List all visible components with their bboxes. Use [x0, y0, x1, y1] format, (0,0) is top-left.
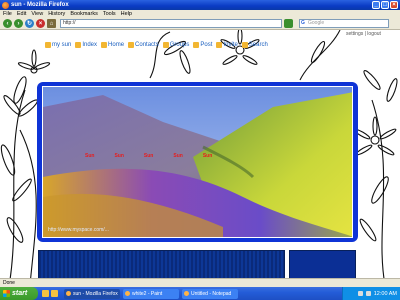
notepad-icon [184, 291, 189, 296]
banner-frame: Sun Sun Sun Sun Sun http://www.myspace.c… [37, 82, 358, 242]
forward-arrow-icon[interactable]: › [14, 19, 23, 28]
menu-bookmarks[interactable]: Bookmarks [70, 11, 98, 17]
paint-icon [125, 291, 130, 296]
firefox-icon [2, 1, 9, 9]
search-icon [241, 42, 248, 48]
nav-label: Contacts [135, 42, 159, 48]
search-input[interactable]: Google [299, 19, 389, 28]
menu-file[interactable]: File [3, 11, 12, 17]
sun-icon [45, 42, 51, 48]
windows-taskbar: start sun - Mozilla Firefox white2 - Pai… [0, 287, 400, 300]
clock: 12:00 AM [373, 290, 397, 297]
nav-label: Index [82, 42, 98, 48]
nav-post[interactable]: Post [193, 42, 212, 48]
site-navigation: my sun Index Home Contacts Groups Post I… [45, 42, 268, 48]
nav-label: Invite [223, 42, 238, 48]
status-bar: Done [0, 278, 400, 287]
menu-tools[interactable]: Tools [103, 11, 116, 17]
menu-help[interactable]: Help [121, 11, 132, 17]
start-button[interactable]: start [0, 287, 38, 300]
nav-search[interactable]: Search [241, 42, 268, 48]
windows-logo-icon [3, 290, 10, 297]
home-icon[interactable]: ⌂ [47, 19, 56, 28]
menu-view[interactable]: View [31, 11, 43, 17]
nav-label: Home [108, 42, 125, 48]
nav-groups[interactable]: Groups [162, 42, 190, 48]
close-button[interactable]: × [390, 1, 398, 9]
quick-launch [42, 290, 58, 297]
go-button[interactable] [284, 19, 293, 28]
banner-link[interactable]: http://www.myspace.com/... [48, 227, 109, 233]
task-label: sun - Mozilla Firefox [73, 290, 118, 297]
valley-landscape-photo: Sun Sun Sun Sun Sun http://www.myspace.c… [42, 86, 353, 238]
menu-history[interactable]: History [48, 11, 65, 17]
firefox-icon [66, 291, 71, 296]
nav-index[interactable]: Index [75, 42, 97, 48]
task-label: white2 - Paint [132, 290, 163, 297]
banner-text: Sun [85, 153, 95, 159]
taskbar-tasks: sun - Mozilla Firefox white2 - Paint Unt… [64, 288, 238, 299]
task-firefox[interactable]: sun - Mozilla Firefox [64, 288, 120, 299]
groups-icon [162, 42, 169, 48]
navigation-toolbar: ‹ › ↻ × ⌂ http:// Google [0, 18, 400, 30]
start-label: start [12, 290, 28, 297]
banner-overlay-texts: Sun Sun Sun Sun Sun [85, 153, 212, 159]
task-label: Untitled - Notepad [191, 290, 232, 297]
index-icon [75, 42, 82, 48]
post-icon [193, 42, 200, 48]
banner-text: Sun [114, 153, 124, 159]
tray-icon[interactable] [357, 291, 363, 296]
reload-icon[interactable]: ↻ [25, 19, 34, 28]
nav-my-sun[interactable]: my sun [45, 42, 71, 48]
task-paint[interactable]: white2 - Paint [123, 288, 179, 299]
volume-icon[interactable] [365, 291, 371, 296]
nav-home[interactable]: Home [101, 42, 124, 48]
window-titlebar[interactable]: sun - Mozilla Firefox _ □ × [0, 0, 400, 10]
menu-edit[interactable]: Edit [17, 11, 26, 17]
nav-label: Groups [169, 42, 190, 48]
nav-contacts[interactable]: Contacts [128, 42, 159, 48]
banner-text: Sun [173, 153, 183, 159]
banner-text: Sun [143, 153, 154, 159]
contacts-icon [128, 42, 135, 48]
banner-text: Sun [202, 153, 213, 159]
system-tray: 12:00 AM [342, 287, 400, 300]
maximize-button[interactable]: □ [381, 1, 389, 9]
stop-icon[interactable]: × [36, 19, 45, 28]
quick-launch-icon[interactable] [42, 290, 49, 297]
menu-bar: File Edit View History Bookmarks Tools H… [0, 10, 400, 18]
back-arrow-icon[interactable]: ‹ [3, 19, 12, 28]
nav-invite[interactable]: Invite [216, 42, 238, 48]
home-icon [101, 42, 108, 48]
settings-links[interactable]: settings | logout [346, 31, 381, 37]
nav-label: Search [248, 42, 268, 48]
minimize-button[interactable]: _ [372, 1, 380, 9]
window-title: sun - Mozilla Firefox [11, 2, 69, 8]
url-input[interactable]: http:// [60, 19, 282, 28]
web-page: settings | logout my sun Index Home Cont… [0, 30, 400, 287]
quick-launch-icon[interactable] [51, 290, 58, 297]
nav-label: my sun [52, 42, 72, 48]
task-notepad[interactable]: Untitled - Notepad [182, 288, 238, 299]
nav-label: Post [200, 42, 213, 48]
landscape-illustration [43, 87, 352, 237]
invite-icon [216, 42, 223, 48]
